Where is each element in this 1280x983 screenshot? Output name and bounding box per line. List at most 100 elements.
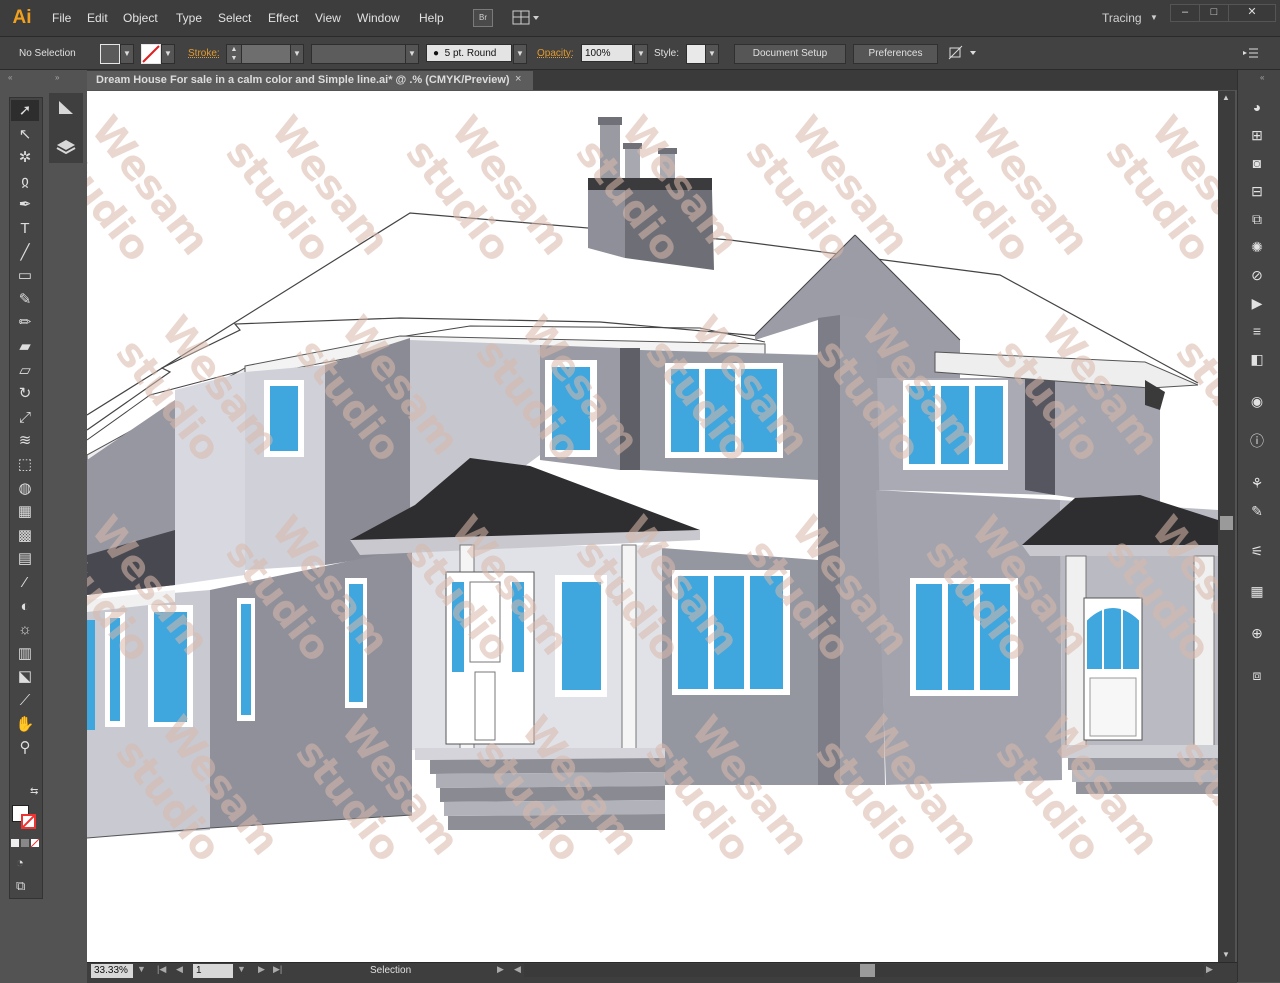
menu-file[interactable]: File xyxy=(52,11,71,25)
magic-wand-tool-icon[interactable]: ✲ xyxy=(14,148,36,168)
artboard-tool-icon[interactable]: ⬕ xyxy=(14,667,36,687)
graphic-style-swatch[interactable] xyxy=(686,44,706,64)
symbol-sprayer-tool-icon[interactable]: ☼ xyxy=(14,620,36,640)
image-trace-icon[interactable]: ⚘ xyxy=(1244,472,1270,494)
stroke-swatch[interactable] xyxy=(141,44,161,64)
zoom-dropdown-icon[interactable]: ▼ xyxy=(137,964,146,974)
opacity-input[interactable]: 100% xyxy=(581,44,633,62)
workspace-dropdown-icon[interactable]: ▼ xyxy=(1150,13,1158,22)
menu-edit[interactable]: Edit xyxy=(87,11,108,25)
transparency-panel-button[interactable] xyxy=(54,96,78,118)
menu-object[interactable]: Object xyxy=(123,11,158,25)
blob-brush-tool-icon[interactable]: ▰ xyxy=(14,337,36,357)
screen-mode-icon[interactable]: ⧉ xyxy=(16,878,25,894)
brushes-icon[interactable]: ✎ xyxy=(1244,500,1270,522)
color-panel-icon[interactable]: ◕ xyxy=(1244,96,1270,118)
stroke-color-dropdown-icon[interactable]: ▼ xyxy=(161,44,175,64)
shape-builder-tool-icon[interactable]: ◍ xyxy=(14,479,36,499)
scroll-up-icon[interactable]: ▲ xyxy=(1222,93,1230,102)
transform-icon[interactable]: ⧈ xyxy=(1244,664,1270,686)
blend-tool-icon[interactable]: ◐ xyxy=(14,597,36,617)
arrange-menu-button[interactable] xyxy=(948,45,980,61)
hand-tool-icon[interactable]: ✋ xyxy=(14,715,36,735)
layers-icon[interactable]: ⚟ xyxy=(1244,540,1270,562)
status-menu-icon[interactable]: ▶ xyxy=(497,964,504,975)
stroke-weight-stepper[interactable]: ▲ ▼ xyxy=(226,44,242,64)
brush-dropdown-icon[interactable]: ▼ xyxy=(513,44,527,64)
drawing-mode-icon[interactable]: ◔ xyxy=(16,855,24,870)
align-panel-icon[interactable]: ⊟ xyxy=(1244,180,1270,202)
preferences-button[interactable]: Preferences xyxy=(853,44,938,64)
scroll-right-icon[interactable]: ▶ xyxy=(1206,964,1213,975)
profile-dropdown-icon[interactable]: ▼ xyxy=(405,44,419,64)
pen-tool-icon[interactable]: ✒ xyxy=(14,195,36,215)
gradient-panel-icon[interactable]: ◧ xyxy=(1244,348,1270,370)
paintbrush-tool-icon[interactable]: ✎ xyxy=(14,290,36,310)
opacity-label[interactable]: Opacity: xyxy=(537,48,574,59)
column-graph-tool-icon[interactable]: ▥ xyxy=(14,644,36,664)
gradient-tool-icon[interactable]: ▤ xyxy=(14,549,36,569)
horizontal-scroll-thumb[interactable] xyxy=(860,964,875,977)
perspective-grid-tool-icon[interactable]: ▦ xyxy=(14,502,36,522)
color-mode-buttons[interactable] xyxy=(11,838,40,848)
direct-selection-tool-icon[interactable]: ↖ xyxy=(14,125,36,145)
selection-tool-icon[interactable]: ➚ xyxy=(14,101,36,121)
menu-type[interactable]: Type xyxy=(176,11,202,25)
lasso-tool-icon[interactable]: ჲ xyxy=(14,172,36,192)
actions-icon[interactable]: ▶ xyxy=(1244,292,1270,314)
mesh-tool-icon[interactable]: ▩ xyxy=(14,526,36,546)
artboards-panel-icon[interactable]: ⊞ xyxy=(1244,124,1270,146)
maximize-button[interactable]: □ xyxy=(1199,4,1229,22)
info-icon[interactable]: ⓘ xyxy=(1244,430,1270,452)
zoom-level-input[interactable]: 33.33% xyxy=(91,964,133,978)
collapse-tools-icon[interactable]: « xyxy=(8,73,12,82)
artboard-number-input[interactable]: 1 xyxy=(193,964,233,978)
warp-tool-icon[interactable]: ≋ xyxy=(14,431,36,451)
last-artboard-icon[interactable]: ▶| xyxy=(273,964,282,975)
collapse-right-dock-icon[interactable]: « xyxy=(1260,73,1264,82)
fill-swatch[interactable] xyxy=(100,44,120,64)
appearance-icon[interactable]: ◉ xyxy=(1244,390,1270,412)
eyedropper-tool-icon[interactable]: ⁄ xyxy=(14,573,36,593)
free-transform-tool-icon[interactable]: ⬚ xyxy=(14,455,36,475)
variable-width-profile[interactable] xyxy=(311,44,406,64)
previous-artboard-icon[interactable]: ◀ xyxy=(176,964,183,975)
line-tool-icon[interactable]: ╱ xyxy=(14,243,36,263)
menu-help[interactable]: Help xyxy=(419,11,444,25)
next-artboard-icon[interactable]: ▶ xyxy=(258,964,265,975)
swap-colors-icon[interactable]: ⇆ xyxy=(30,786,38,797)
first-artboard-icon[interactable]: |◀ xyxy=(157,964,166,975)
scale-tool-icon[interactable]: ⤢ xyxy=(14,408,36,428)
stroke-weight-input[interactable] xyxy=(241,44,291,64)
expand-dock-icon[interactable]: » xyxy=(55,73,59,82)
eraser-tool-icon[interactable]: ▱ xyxy=(14,361,36,381)
fill-dropdown-icon[interactable]: ▼ xyxy=(120,44,134,64)
links-icon[interactable]: ⊘ xyxy=(1244,264,1270,286)
document-tab[interactable]: Dream House For sale in a calm color and… xyxy=(87,71,533,90)
close-tab-icon[interactable]: × xyxy=(515,73,521,85)
zoom-tool-icon[interactable]: ⚲ xyxy=(14,738,36,758)
close-window-button[interactable]: ✕ xyxy=(1228,4,1276,22)
rotate-tool-icon[interactable]: ↻ xyxy=(14,384,36,404)
menu-select[interactable]: Select xyxy=(218,11,251,25)
layers-panel-button[interactable] xyxy=(54,136,78,158)
stroke-color-tool[interactable] xyxy=(21,814,36,829)
minimize-button[interactable]: – xyxy=(1170,4,1200,22)
symbols-icon[interactable]: ✺ xyxy=(1244,236,1270,258)
brush-definition[interactable]: ● 5 pt. Round xyxy=(426,44,512,62)
rectangle-tool-icon[interactable]: ▭ xyxy=(14,266,36,286)
artboard-dropdown-icon[interactable]: ▼ xyxy=(237,964,246,974)
arrange-documents-button[interactable] xyxy=(512,9,540,27)
stroke-weight-dropdown-icon[interactable]: ▼ xyxy=(290,44,304,64)
document-setup-button[interactable]: Document Setup xyxy=(734,44,846,64)
pencil-tool-icon[interactable]: ✏ xyxy=(14,313,36,333)
artboard-canvas[interactable]: Wesam studio Wesam studio Wesam studio Wesam st… xyxy=(87,91,1218,962)
workspace-switcher[interactable]: Tracing xyxy=(1102,11,1142,25)
menu-view[interactable]: View xyxy=(315,11,341,25)
bridge-button[interactable]: Br xyxy=(473,9,493,27)
scroll-left-icon[interactable]: ◀ xyxy=(514,964,521,975)
type-tool-icon[interactable]: T xyxy=(14,219,36,239)
stroke-label[interactable]: Stroke: xyxy=(188,48,220,59)
menu-window[interactable]: Window xyxy=(357,11,400,25)
pathfinder-icon[interactable]: ⧉ xyxy=(1244,208,1270,230)
